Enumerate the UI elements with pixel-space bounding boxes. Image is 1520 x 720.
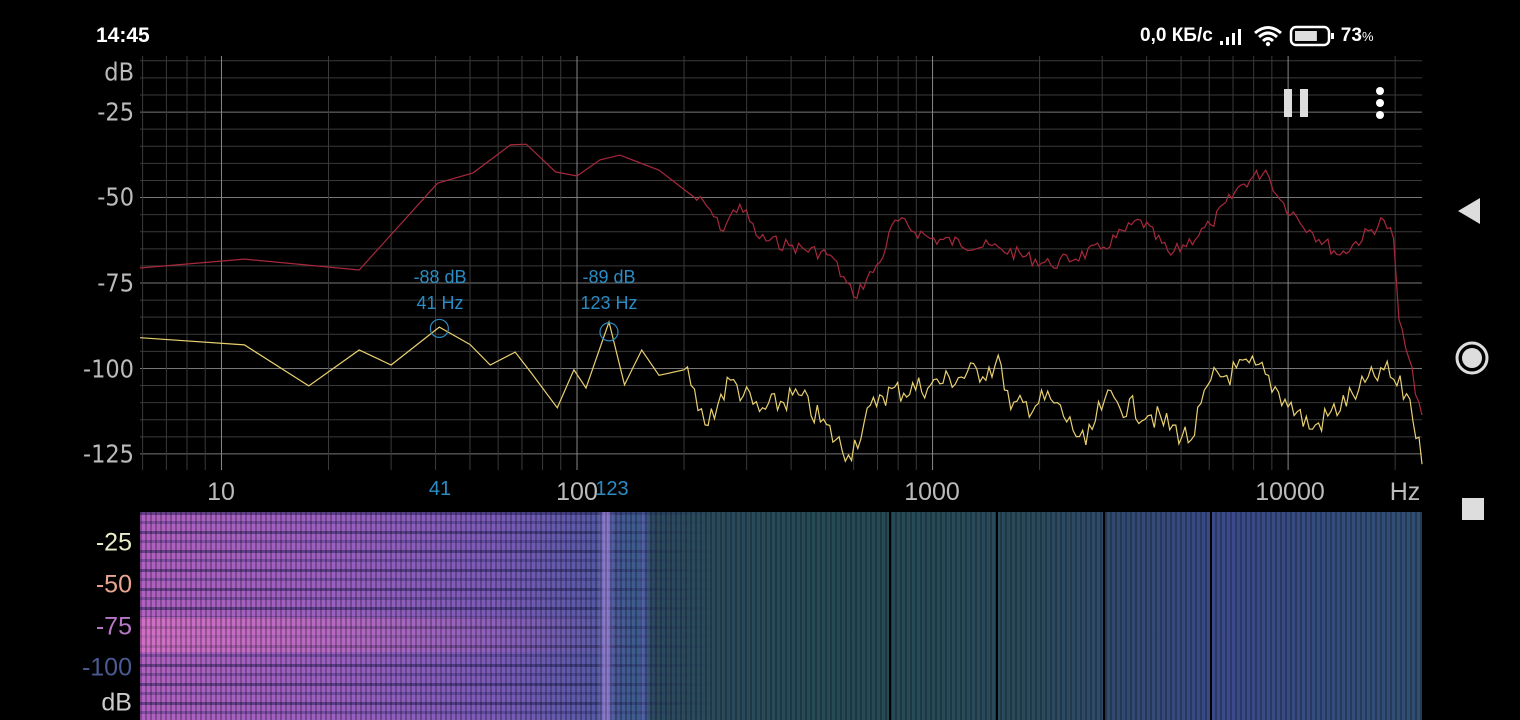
x-tick-label: 10 xyxy=(207,478,235,506)
y-tick-label: -75 xyxy=(97,268,134,298)
home-circle-icon xyxy=(1455,341,1489,375)
spectrogram-divider xyxy=(1210,512,1212,720)
y-tick-label: -125 xyxy=(82,439,134,469)
pause-button[interactable] xyxy=(1284,88,1310,118)
y-tick-label: -50 xyxy=(97,182,134,212)
back-triangle-icon xyxy=(1458,198,1480,224)
series-line-spectrum xyxy=(139,319,1423,465)
y-tick-label: -25 xyxy=(97,97,134,127)
spectrogram-scale-label: -50 xyxy=(95,570,132,599)
spectrogram-divider xyxy=(889,512,891,720)
recents-square-icon xyxy=(1462,498,1484,520)
x-tick-label: 1000 xyxy=(904,478,960,506)
spectrogram-divider xyxy=(996,512,998,720)
y-tick-label: -100 xyxy=(82,354,134,384)
y-axis-unit: dB xyxy=(104,57,134,87)
marker-hz: 123 Hz xyxy=(580,293,638,313)
spectrogram-scale-label: -75 xyxy=(95,612,132,641)
recents-button[interactable] xyxy=(1461,497,1485,521)
x-tick-label: 100 xyxy=(556,478,598,506)
marker-db: -89 dB xyxy=(582,267,636,287)
x-tick-label: 10000 xyxy=(1255,478,1325,506)
back-button[interactable] xyxy=(1456,196,1484,226)
spectrogram-scale-label: -100 xyxy=(81,653,132,682)
spectrum-plot[interactable] xyxy=(0,0,1440,512)
home-button[interactable] xyxy=(1454,340,1490,376)
x-axis-unit: Hz xyxy=(1389,478,1421,506)
more-vert-icon xyxy=(1376,87,1384,119)
marker-axis-label: 123 xyxy=(595,478,629,500)
marker-axis-label: 41 xyxy=(428,478,452,500)
spectrogram[interactable] xyxy=(140,512,1422,720)
marker-db: -88 dB xyxy=(413,267,467,287)
marker-label-123hz: -89 dB 123 Hz xyxy=(580,264,637,316)
spectrogram-scale-label: dB xyxy=(101,688,132,717)
pause-icon xyxy=(1284,89,1308,117)
grid xyxy=(140,56,1422,470)
marker-hz: 41 Hz xyxy=(416,293,464,313)
spectrogram-texture xyxy=(140,512,1422,720)
marker-label-41hz: -88 dB 41 Hz xyxy=(413,264,466,316)
spectrogram-divider xyxy=(1103,512,1105,720)
overflow-menu-button[interactable] xyxy=(1370,86,1390,122)
peak-marker-circle xyxy=(599,322,619,342)
series-line-peak-hold xyxy=(139,143,1423,416)
spectrogram-scale-label: -25 xyxy=(95,528,132,557)
series-group xyxy=(139,143,1423,465)
